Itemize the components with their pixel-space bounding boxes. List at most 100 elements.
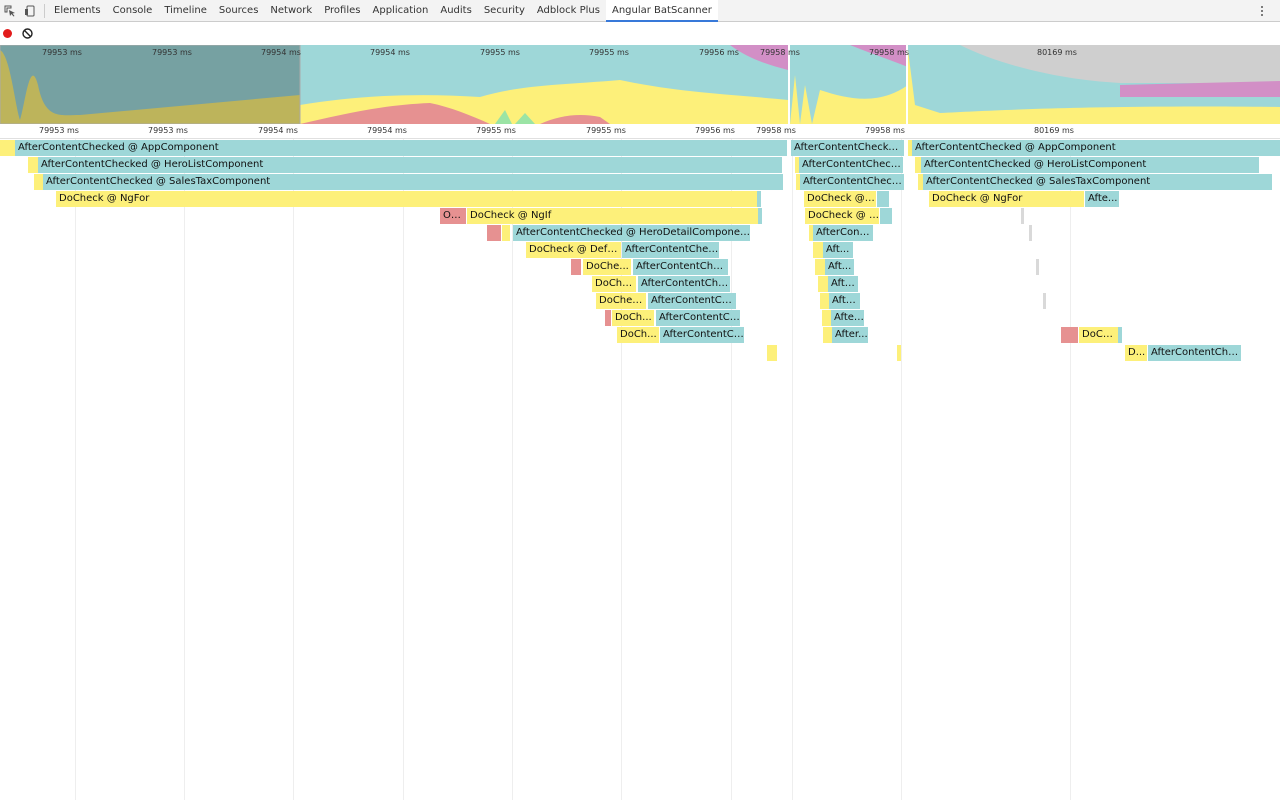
overview-tick: 79958 ms <box>760 48 800 57</box>
flame-block[interactable]: On... <box>440 208 466 224</box>
flame-block[interactable]: DoCheck @ N... <box>805 208 879 224</box>
tab-application[interactable]: Application <box>367 0 435 22</box>
ruler-tick: 79954 ms <box>258 126 298 135</box>
flame-block[interactable]: DoCheck @ Defau... <box>526 242 621 258</box>
tab-elements[interactable]: Elements <box>48 0 107 22</box>
flame-block[interactable]: AfterContentChec... <box>633 259 728 275</box>
flame-block[interactable]: DoCheck @ NgFor <box>929 191 1084 207</box>
flame-block[interactable]: Aft... <box>823 242 853 258</box>
flame-block[interactable] <box>0 140 15 156</box>
flame-block[interactable] <box>758 208 762 224</box>
flame-block[interactable]: DoCh... <box>617 327 659 343</box>
ruler-tick: 79953 ms <box>148 126 188 135</box>
flame-block <box>1043 293 1046 309</box>
flame-block[interactable] <box>487 225 501 241</box>
flame-chart: AfterContentChecked @ AppComponent After… <box>0 139 1280 800</box>
more-options-icon[interactable] <box>1258 2 1266 20</box>
flame-block[interactable]: AfterContentChecked @ AppComponent <box>912 140 1280 156</box>
flame-block[interactable]: DoCh... <box>1079 327 1118 343</box>
inspect-element-icon[interactable] <box>0 0 20 22</box>
flame-block[interactable] <box>767 345 777 361</box>
flame-block <box>1029 225 1032 241</box>
flame-block[interactable]: AfterContentChecked @ HeroListComponent <box>38 157 782 173</box>
record-button[interactable] <box>3 29 12 38</box>
flame-block[interactable]: Afte... <box>829 293 860 309</box>
tab-timeline[interactable]: Timeline <box>158 0 213 22</box>
flame-block[interactable] <box>815 259 825 275</box>
flame-block[interactable]: DoChe... <box>592 276 636 292</box>
tab-security[interactable]: Security <box>478 0 531 22</box>
timeline-overview[interactable]: 79953 ms 79953 ms 79954 ms 79954 ms 7995… <box>0 44 1280 125</box>
scanner-toolbar <box>0 23 1280 45</box>
flame-block[interactable]: DoCh... <box>612 310 654 326</box>
flame-block[interactable]: AfterContentChecked @ HeroDetailComponen… <box>513 225 750 241</box>
flame-block[interactable] <box>1118 327 1122 343</box>
flame-block[interactable] <box>897 345 901 361</box>
flame-block[interactable] <box>877 191 889 207</box>
gridline <box>184 139 185 800</box>
flame-block[interactable]: DoCheck @ NgFor <box>56 191 757 207</box>
overview-tick: 79958 ms <box>869 48 909 57</box>
flame-block[interactable]: DoChe... <box>583 259 631 275</box>
flame-block[interactable]: AfterContentChecked @ HeroListComponent <box>921 157 1259 173</box>
overview-tick: 79953 ms <box>152 48 192 57</box>
flame-block[interactable]: AfterContentCheck... <box>622 242 719 258</box>
tab-console[interactable]: Console <box>107 0 159 22</box>
flame-block[interactable]: AfterContentChecke... <box>800 174 904 190</box>
flame-block[interactable] <box>813 242 823 258</box>
flame-block[interactable] <box>818 276 828 292</box>
gridline <box>75 139 76 800</box>
flame-block[interactable] <box>1061 327 1078 343</box>
overview-tick: 79955 ms <box>480 48 520 57</box>
flame-block[interactable]: AfterContentChec... <box>1148 345 1241 361</box>
overview-tick: 79955 ms <box>589 48 629 57</box>
tab-profiles[interactable]: Profiles <box>318 0 366 22</box>
flame-block[interactable]: AfterContentChec... <box>638 276 730 292</box>
flame-block[interactable]: Afte... <box>828 276 858 292</box>
flame-block[interactable]: AfterContentChecked @ AppComponent <box>15 140 787 156</box>
flame-block[interactable]: D... <box>1125 345 1147 361</box>
flame-block[interactable]: AfterContentChe... <box>648 293 736 309</box>
flame-block[interactable] <box>605 310 611 326</box>
flame-block[interactable] <box>502 225 510 241</box>
flame-block[interactable] <box>823 327 832 343</box>
flame-block[interactable]: After... <box>831 310 864 326</box>
tab-angular-batscanner[interactable]: Angular BatScanner <box>605 0 718 22</box>
flame-block[interactable] <box>822 310 831 326</box>
ruler-tick: 79953 ms <box>39 126 79 135</box>
flame-block[interactable]: DoCheck @ ... <box>804 191 876 207</box>
flame-block[interactable]: DoChec... <box>596 293 646 309</box>
flame-block[interactable] <box>820 293 829 309</box>
ruler-tick: 80169 ms <box>1034 126 1074 135</box>
flame-block[interactable]: Afte... <box>1085 191 1119 207</box>
toolbar-divider <box>44 4 45 18</box>
device-toolbar-icon[interactable] <box>20 0 40 22</box>
gridline <box>901 139 902 800</box>
tab-audits[interactable]: Audits <box>434 0 477 22</box>
flame-block[interactable]: AfterContentCh... <box>656 310 740 326</box>
overview-tick: 79953 ms <box>42 48 82 57</box>
flame-block[interactable]: AfterContentChecked @ SalesTaxComponent <box>923 174 1272 190</box>
flame-block[interactable]: AfterContentCh... <box>660 327 744 343</box>
time-ruler: 79953 ms 79953 ms 79954 ms 79954 ms 7995… <box>0 124 1280 139</box>
flame-block[interactable]: After... <box>832 327 868 343</box>
ruler-tick: 79958 ms <box>756 126 796 135</box>
flame-block[interactable]: AfterContentChecked ... <box>791 140 904 156</box>
clear-icon[interactable] <box>22 28 33 39</box>
gridline <box>293 139 294 800</box>
flame-block[interactable] <box>880 208 892 224</box>
flame-block[interactable]: AfterContentChecke... <box>799 157 903 173</box>
flame-block[interactable] <box>757 191 761 207</box>
flame-block[interactable]: DoCheck @ NgIf <box>467 208 758 224</box>
tab-sources[interactable]: Sources <box>213 0 265 22</box>
tab-network[interactable]: Network <box>264 0 318 22</box>
gridline <box>792 139 793 800</box>
flame-block[interactable] <box>571 259 581 275</box>
flame-block[interactable]: Aft... <box>825 259 854 275</box>
gridline <box>403 139 404 800</box>
devtools-tab-bar: Elements Console Timeline Sources Networ… <box>0 0 1280 22</box>
flame-block[interactable] <box>28 157 38 173</box>
tab-adblock-plus[interactable]: Adblock Plus <box>531 0 606 22</box>
flame-block[interactable]: AfterConte... <box>813 225 873 241</box>
flame-block[interactable]: AfterContentChecked @ SalesTaxComponent <box>43 174 783 190</box>
